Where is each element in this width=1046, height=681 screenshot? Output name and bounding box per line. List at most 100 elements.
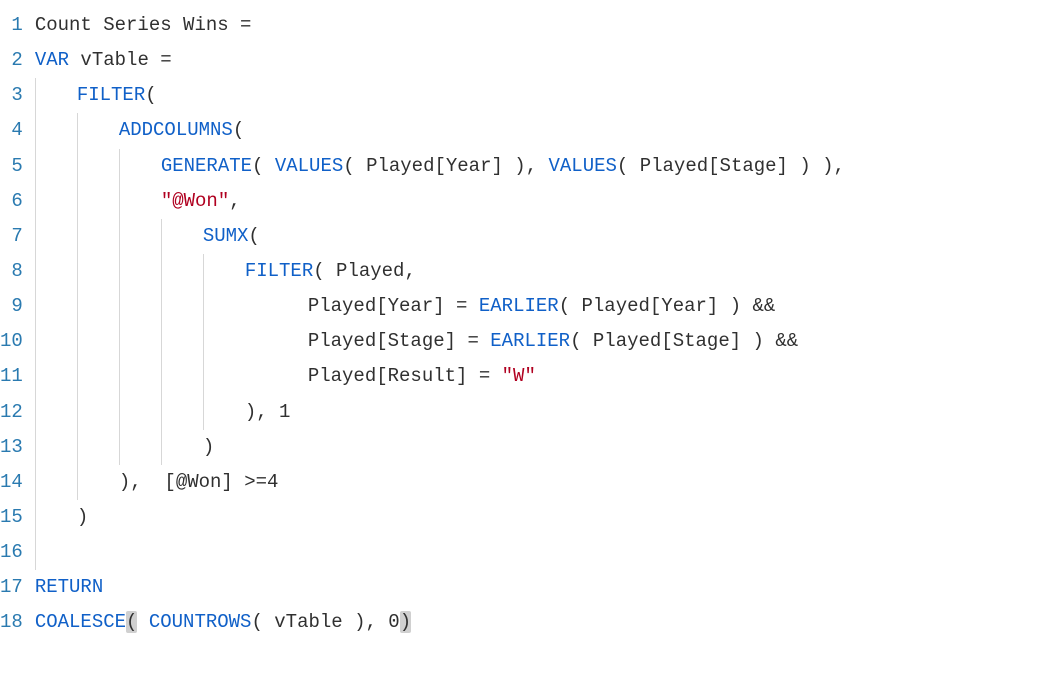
line-number: 12 — [0, 395, 23, 430]
token-plain: ), — [245, 401, 279, 423]
token-fn: SUMX — [203, 225, 249, 247]
line-number: 10 — [0, 324, 23, 359]
token-plain — [479, 330, 490, 352]
code-text: ) — [35, 506, 88, 528]
token-plain: ( Played[Stage] ) && — [570, 330, 798, 352]
token-kw: VAR — [35, 49, 69, 71]
token-fn: FILTER — [245, 260, 313, 282]
token-num: 1 — [279, 401, 290, 423]
code-text: ) — [35, 436, 214, 458]
line-number-gutter: 123456789101112131415161718 — [0, 8, 35, 641]
line-number: 9 — [0, 289, 23, 324]
token-op: ) — [400, 611, 411, 633]
line-number: 15 — [0, 500, 23, 535]
token-op: = — [456, 295, 467, 317]
code-line[interactable]: FILTER( Played, — [35, 254, 1046, 289]
line-number: 13 — [0, 430, 23, 465]
token-fn: EARLIER — [490, 330, 570, 352]
token-plain: ), [@Won] — [119, 471, 244, 493]
code-text: SUMX( — [35, 225, 260, 247]
line-number: 16 — [0, 535, 23, 570]
token-kw: RETURN — [35, 576, 103, 598]
code-line[interactable]: ) — [35, 430, 1046, 465]
line-number: 17 — [0, 570, 23, 605]
token-op: ( — [233, 119, 244, 141]
code-text: Played[Result] = "W" — [35, 365, 536, 387]
code-text: Played[Stage] = EARLIER( Played[Stage] )… — [35, 330, 798, 352]
token-op: ) — [77, 506, 88, 528]
code-line[interactable]: SUMX( — [35, 219, 1046, 254]
code-line[interactable]: ), 1 — [35, 395, 1046, 430]
code-text: GENERATE( VALUES( Played[Year] ), VALUES… — [35, 155, 845, 177]
token-op: >= — [244, 471, 267, 493]
token-str: "W" — [502, 365, 536, 387]
token-plain: vTable — [69, 49, 160, 71]
token-fn: FILTER — [77, 84, 145, 106]
code-text: ), 1 — [35, 401, 291, 423]
code-line[interactable]: RETURN — [35, 570, 1046, 605]
token-fn: ADDCOLUMNS — [119, 119, 233, 141]
token-op: ( — [252, 155, 275, 177]
token-plain — [490, 365, 501, 387]
code-line[interactable] — [35, 535, 1046, 570]
token-op: ) — [203, 436, 214, 458]
token-fn: COUNTROWS — [149, 611, 252, 633]
token-plain: ( Played[Year] ), — [343, 155, 548, 177]
code-text: ), [@Won] >=4 — [35, 471, 279, 493]
token-op: = — [160, 49, 171, 71]
token-op: ( — [145, 84, 156, 106]
line-number: 1 — [0, 8, 23, 43]
code-line[interactable]: FILTER( — [35, 78, 1046, 113]
code-text: Count Series Wins = — [35, 14, 252, 36]
line-number: 2 — [0, 43, 23, 78]
code-text: VAR vTable = — [35, 49, 172, 71]
line-number: 14 — [0, 465, 23, 500]
token-op: ( — [126, 611, 137, 633]
token-op: = — [240, 14, 251, 36]
line-number: 4 — [0, 113, 23, 148]
indent-guide — [35, 535, 36, 570]
code-text: "@Won", — [35, 190, 241, 212]
token-plain: ( Played, — [313, 260, 416, 282]
code-line[interactable]: "@Won", — [35, 184, 1046, 219]
token-fn: COALESCE — [35, 611, 126, 633]
token-str: "@Won" — [161, 190, 229, 212]
token-num: 0 — [388, 611, 399, 633]
code-editor[interactable]: 123456789101112131415161718 Count Series… — [0, 8, 1046, 641]
token-plain: ( vTable ), — [251, 611, 388, 633]
code-line[interactable]: Played[Year] = EARLIER( Played[Year] ) &… — [35, 289, 1046, 324]
code-line[interactable]: ) — [35, 500, 1046, 535]
token-plain: Played[Result] — [308, 365, 479, 387]
token-plain — [467, 295, 478, 317]
token-op: ( — [248, 225, 259, 247]
code-text: RETURN — [35, 576, 103, 598]
line-number: 5 — [0, 149, 23, 184]
token-fn: EARLIER — [479, 295, 559, 317]
code-line[interactable]: COALESCE( COUNTROWS( vTable ), 0) — [35, 605, 1046, 640]
code-text: FILTER( Played, — [35, 260, 416, 282]
code-text: COALESCE( COUNTROWS( vTable ), 0) — [35, 611, 411, 633]
code-text: FILTER( — [35, 84, 157, 106]
code-line[interactable]: Played[Result] = "W" — [35, 359, 1046, 394]
token-fn: VALUES — [549, 155, 617, 177]
token-plain: ( Played[Year] ) && — [559, 295, 776, 317]
token-plain: Played[Stage] — [308, 330, 468, 352]
token-plain — [137, 611, 148, 633]
token-op: = — [479, 365, 490, 387]
line-number: 11 — [0, 359, 23, 394]
token-fn: GENERATE — [161, 155, 252, 177]
line-number: 18 — [0, 605, 23, 640]
code-line[interactable]: Count Series Wins = — [35, 8, 1046, 43]
line-number: 8 — [0, 254, 23, 289]
code-line[interactable]: ), [@Won] >=4 — [35, 465, 1046, 500]
code-line[interactable]: ADDCOLUMNS( — [35, 113, 1046, 148]
code-line[interactable]: VAR vTable = — [35, 43, 1046, 78]
code-text: Played[Year] = EARLIER( Played[Year] ) &… — [35, 295, 776, 317]
token-fn: VALUES — [275, 155, 343, 177]
code-line[interactable]: GENERATE( VALUES( Played[Year] ), VALUES… — [35, 149, 1046, 184]
token-plain: ( Played[Stage] ) ), — [617, 155, 845, 177]
line-number: 6 — [0, 184, 23, 219]
code-area[interactable]: Count Series Wins =VAR vTable =FILTER(AD… — [35, 8, 1046, 641]
line-number: 7 — [0, 219, 23, 254]
code-line[interactable]: Played[Stage] = EARLIER( Played[Stage] )… — [35, 324, 1046, 359]
